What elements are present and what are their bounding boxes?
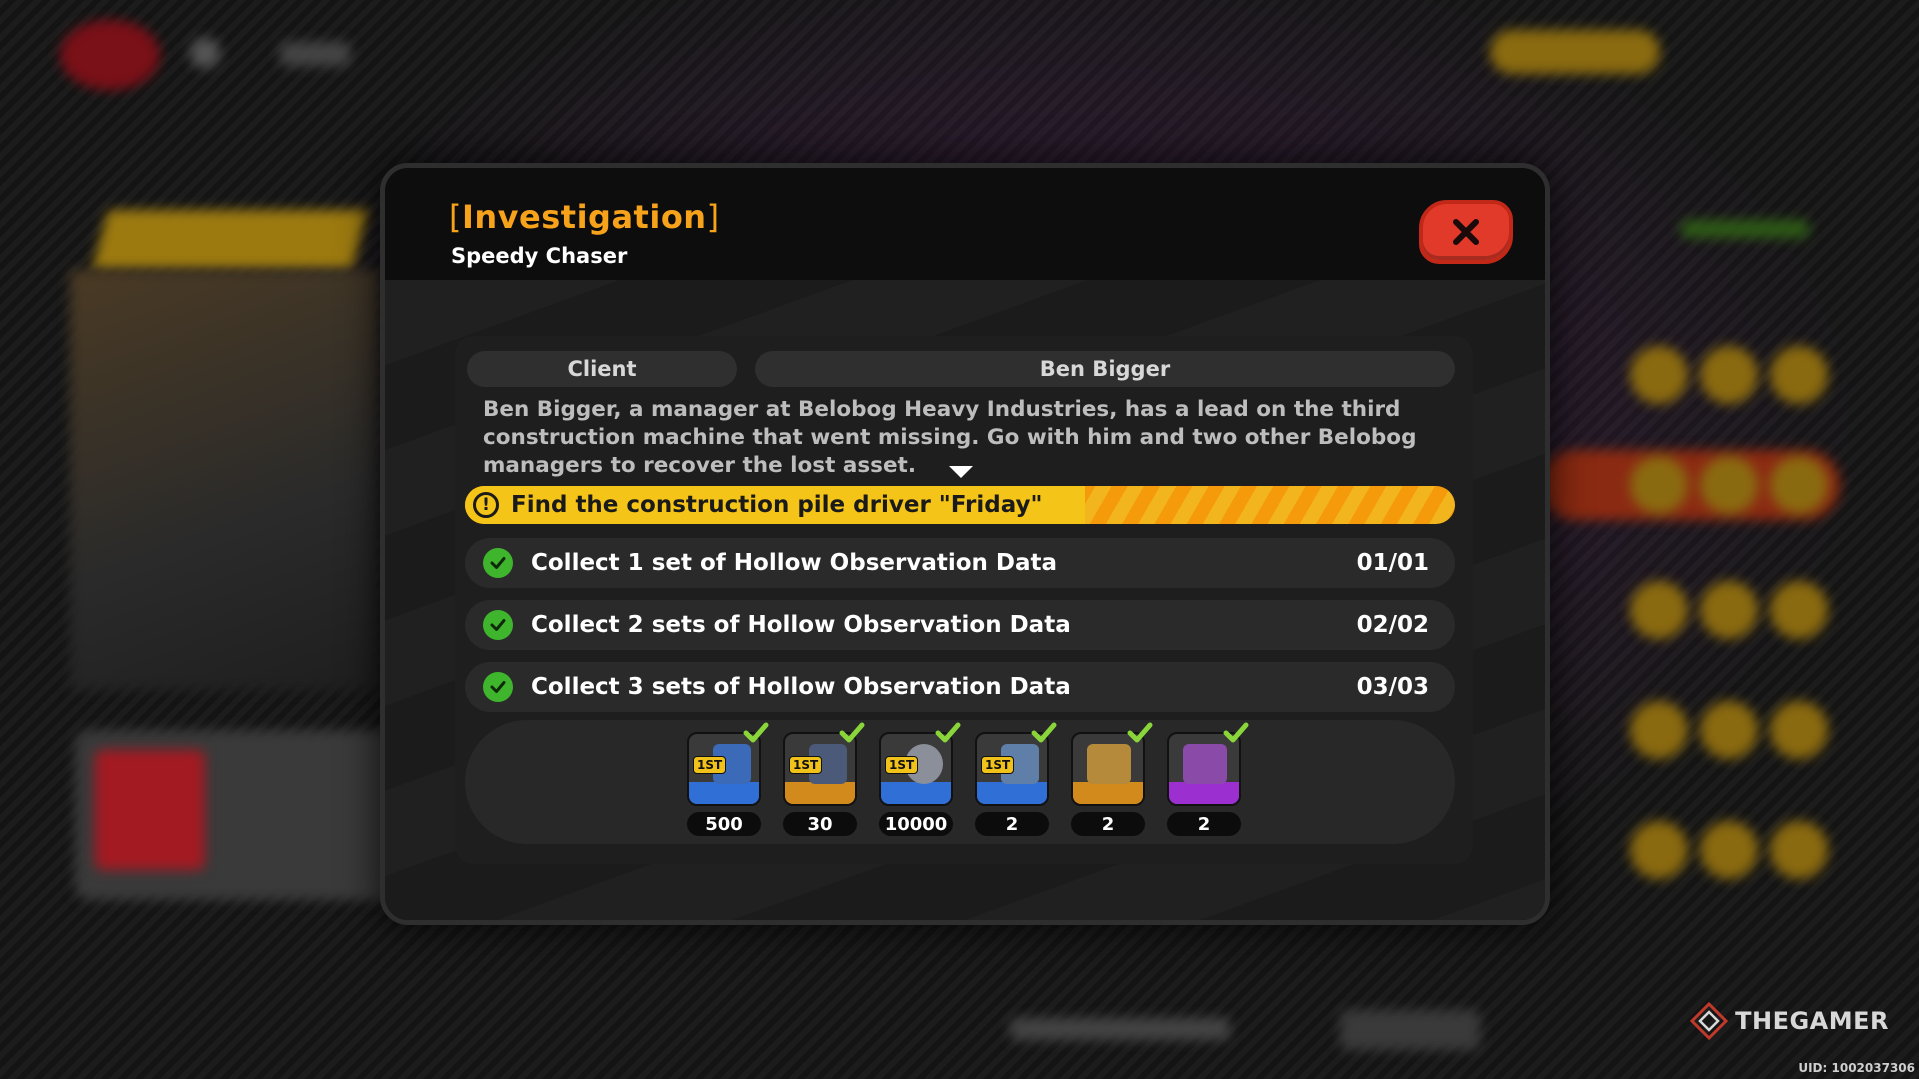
reward-item-icon bbox=[1183, 744, 1227, 784]
scene-art-blurred bbox=[70, 270, 380, 690]
task-count: 01/01 bbox=[1356, 550, 1429, 576]
reward-item[interactable]: 2 bbox=[1071, 722, 1153, 836]
client-label: Client bbox=[467, 351, 737, 387]
claimed-check-icon bbox=[935, 722, 961, 743]
task-text: Collect 3 sets of Hollow Observation Dat… bbox=[531, 674, 1071, 700]
nav-icon-blurred bbox=[190, 38, 220, 68]
quest-detail-modal: [Investigation] Speedy Chaser Client Ben… bbox=[380, 163, 1550, 925]
watermark-text: THEGAMER bbox=[1735, 1007, 1889, 1035]
reward-quantity: 30 bbox=[783, 812, 857, 836]
current-objective: ! Find the construction pile driver "Fri… bbox=[465, 486, 1455, 524]
user-id: UID: 1002037306 bbox=[1798, 1061, 1915, 1075]
status-bar-blurred bbox=[1680, 220, 1810, 238]
claimed-check-icon bbox=[1127, 722, 1153, 743]
nav-label-blurred bbox=[280, 42, 350, 66]
level-badge-blurred bbox=[95, 750, 205, 870]
reward-quantity: 2 bbox=[1167, 812, 1241, 836]
reward-item[interactable]: 1ST 500 bbox=[687, 722, 769, 836]
reward-quantity: 500 bbox=[687, 812, 761, 836]
reward-item-icon bbox=[1087, 744, 1131, 784]
bottom-hint-blurred-2 bbox=[1340, 1010, 1480, 1050]
check-icon bbox=[483, 548, 513, 578]
quest-category: [Investigation] bbox=[449, 198, 720, 236]
task-count: 02/02 bbox=[1356, 612, 1429, 638]
first-clear-badge: 1ST bbox=[981, 756, 1015, 774]
reward-item[interactable]: 1ST 30 bbox=[783, 722, 865, 836]
task-text: Collect 1 set of Hollow Observation Data bbox=[531, 550, 1058, 576]
claimed-check-icon bbox=[1223, 722, 1249, 743]
reward-item[interactable]: 1ST 10000 bbox=[879, 722, 961, 836]
watermark: THEGAMER bbox=[1689, 1001, 1889, 1041]
reward-item[interactable]: 2 bbox=[1167, 722, 1249, 836]
first-clear-badge: 1ST bbox=[789, 756, 823, 774]
check-icon bbox=[483, 672, 513, 702]
currency-pill-blurred bbox=[1490, 30, 1660, 74]
story-banner-blurred bbox=[91, 210, 369, 270]
close-icon bbox=[1453, 219, 1479, 245]
task-text: Collect 2 sets of Hollow Observation Dat… bbox=[531, 612, 1071, 638]
rewards-list: 1ST 500 1ST 30 1ST 10000 1ST 2 2 2 bbox=[465, 720, 1455, 844]
claimed-check-icon bbox=[743, 722, 769, 743]
task-row: Collect 2 sets of Hollow Observation Dat… bbox=[465, 600, 1455, 650]
reward-quantity: 2 bbox=[1071, 812, 1145, 836]
close-button[interactable] bbox=[1419, 200, 1513, 264]
reward-quantity: 2 bbox=[975, 812, 1049, 836]
exclamation-icon: ! bbox=[473, 492, 499, 518]
game-logo-blurred bbox=[60, 20, 160, 90]
claimed-check-icon bbox=[1031, 722, 1057, 743]
task-row: Collect 1 set of Hollow Observation Data… bbox=[465, 538, 1455, 588]
modal-header: [Investigation] Speedy Chaser bbox=[385, 168, 1545, 280]
reward-quantity: 10000 bbox=[879, 812, 953, 836]
thegamer-logo-icon bbox=[1689, 1001, 1729, 1041]
quest-title: Speedy Chaser bbox=[451, 244, 628, 268]
client-name: Ben Bigger bbox=[755, 351, 1455, 387]
bottom-hint-blurred bbox=[1010, 1018, 1230, 1040]
quest-rows-blurred bbox=[1540, 340, 1840, 900]
claimed-check-icon bbox=[839, 722, 865, 743]
scroll-down-icon[interactable] bbox=[949, 466, 973, 478]
first-clear-badge: 1ST bbox=[693, 756, 727, 774]
objective-text: Find the construction pile driver "Frida… bbox=[511, 492, 1043, 518]
task-row: Collect 3 sets of Hollow Observation Dat… bbox=[465, 662, 1455, 712]
reward-item[interactable]: 1ST 2 bbox=[975, 722, 1057, 836]
check-icon bbox=[483, 610, 513, 640]
first-clear-badge: 1ST bbox=[885, 756, 919, 774]
task-count: 03/03 bbox=[1356, 674, 1429, 700]
